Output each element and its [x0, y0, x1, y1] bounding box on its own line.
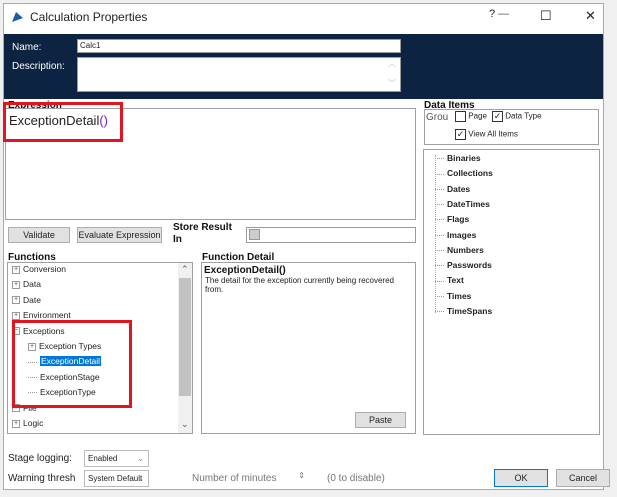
data-item-label: Flags: [447, 214, 470, 225]
data-item[interactable]: Flags: [435, 214, 469, 224]
validate-button[interactable]: Validate: [8, 227, 70, 243]
window-title: Calculation Properties: [30, 10, 148, 24]
maximize-button[interactable]: ☐: [540, 8, 552, 24]
tree-connector: [435, 158, 444, 160]
scroll-up-icon[interactable]: ⌃: [181, 264, 189, 275]
scroll-up-icon[interactable]: ︿: [388, 58, 396, 69]
highlight-box: [12, 320, 132, 408]
warning-threshold-label: Warning thresh: [8, 473, 76, 484]
check-icon: ✓: [455, 129, 466, 140]
scroll-down-icon[interactable]: ﹀: [388, 78, 396, 89]
close-button[interactable]: ✕: [585, 8, 596, 24]
function-tree-item[interactable]: + Data: [12, 279, 41, 289]
data-item[interactable]: Text: [435, 275, 464, 285]
data-item-label: Collections: [447, 168, 493, 179]
spinner-arrows-icon[interactable]: ⇕: [298, 471, 305, 480]
description-input[interactable]: [77, 57, 401, 92]
help-button[interactable]: ?: [489, 8, 495, 20]
checkbox-icon: [455, 111, 466, 122]
data-item-label: Binaries: [447, 153, 481, 163]
warning-threshold-select[interactable]: System Default ⌄: [84, 470, 149, 487]
data-item[interactable]: Times: [435, 291, 471, 301]
data-item[interactable]: Images: [435, 230, 476, 240]
minimize-button[interactable]: —: [498, 8, 509, 20]
eraser-icon[interactable]: [249, 229, 260, 240]
page-checkbox-label: Page: [468, 111, 487, 121]
group-label: Grou: [426, 112, 449, 123]
tree-connector: [435, 234, 444, 236]
tree-connector: [435, 311, 444, 313]
data-item-label: TimeSpans: [447, 306, 493, 316]
data-item-label: Text: [447, 275, 464, 286]
data-item-label: Numbers: [447, 244, 484, 255]
page-checkbox[interactable]: Page: [455, 111, 487, 122]
data-item-label: DateTimes: [447, 198, 490, 209]
data-item[interactable]: Collections: [435, 168, 493, 178]
expand-icon[interactable]: +: [12, 296, 20, 305]
description-label: Description:: [12, 61, 65, 72]
minutes-label: Number of minutes: [192, 473, 277, 484]
function-tree-item[interactable]: + Logic: [12, 418, 43, 428]
store-result-input[interactable]: [246, 227, 416, 243]
function-detail-description: The detail for the exception currently b…: [205, 276, 394, 294]
expand-icon[interactable]: +: [12, 281, 20, 290]
function-tree-item[interactable]: + Date: [12, 295, 41, 305]
stage-logging-select[interactable]: Enabled ⌄: [84, 450, 149, 467]
stage-logging-label: Stage logging:: [8, 453, 72, 464]
function-tree-item[interactable]: + Environment: [12, 310, 71, 320]
check-icon: ✓: [492, 111, 503, 122]
data-item-label: Dates: [447, 183, 471, 194]
data-item[interactable]: Passwords: [435, 260, 492, 270]
evaluate-expression-button[interactable]: Evaluate Expression: [77, 227, 162, 243]
tree-connector: [435, 265, 444, 267]
function-item-label: Data: [23, 279, 41, 290]
tree-connector: [435, 204, 444, 206]
data-type-checkbox-label: Data Type: [505, 111, 542, 121]
name-input[interactable]: Calc1: [77, 39, 401, 53]
function-item-label: Environment: [23, 310, 71, 321]
tree-connector: [435, 250, 444, 252]
data-item-label: Times: [447, 290, 472, 301]
cancel-button[interactable]: Cancel: [556, 469, 610, 487]
data-item[interactable]: Binaries: [435, 153, 481, 163]
function-item-label: Logic: [23, 418, 44, 428]
tree-connector: [435, 173, 444, 175]
disable-hint: (0 to disable): [327, 473, 385, 484]
scroll-down-icon[interactable]: ⌄: [181, 419, 189, 430]
chevron-down-icon: ⌄: [137, 474, 144, 483]
tree-connector: [435, 219, 444, 221]
chevron-down-icon: ⌄: [137, 454, 144, 463]
data-item-label: Passwords: [447, 260, 492, 271]
function-detail-name: ExceptionDetail(): [204, 265, 286, 276]
function-item-label: Date: [23, 294, 41, 305]
scrollbar-thumb[interactable]: [179, 278, 191, 396]
view-all-checkbox-label: View All Items: [468, 129, 518, 139]
highlight-box: [3, 102, 123, 142]
data-item[interactable]: Numbers: [435, 245, 484, 255]
tree-connector: [435, 295, 444, 297]
warning-threshold-value: System Default: [88, 474, 143, 483]
expand-icon[interactable]: +: [12, 311, 20, 320]
tree-connector: [435, 280, 444, 282]
data-item[interactable]: TimeSpans: [435, 306, 492, 316]
function-tree-item[interactable]: + Conversion: [12, 264, 66, 274]
ok-button[interactable]: OK: [494, 469, 548, 487]
store-result-label: Store Result In: [173, 222, 232, 245]
data-type-checkbox[interactable]: ✓ Data Type: [492, 111, 542, 122]
data-item[interactable]: Dates: [435, 184, 470, 194]
expand-icon[interactable]: +: [12, 419, 20, 428]
data-item[interactable]: DateTimes: [435, 199, 490, 209]
stage-logging-value: Enabled: [88, 454, 118, 463]
data-item-label: Images: [447, 229, 477, 240]
paste-button[interactable]: Paste: [355, 412, 406, 428]
expand-icon[interactable]: +: [12, 265, 20, 274]
tree-connector: [435, 188, 444, 190]
view-all-checkbox[interactable]: ✓ View All Items: [455, 129, 518, 140]
function-item-label: Conversion: [23, 264, 66, 274]
app-logo-icon: [12, 12, 23, 22]
minutes-spinner[interactable]: ⇕: [285, 470, 309, 487]
name-label: Name:: [12, 42, 42, 53]
